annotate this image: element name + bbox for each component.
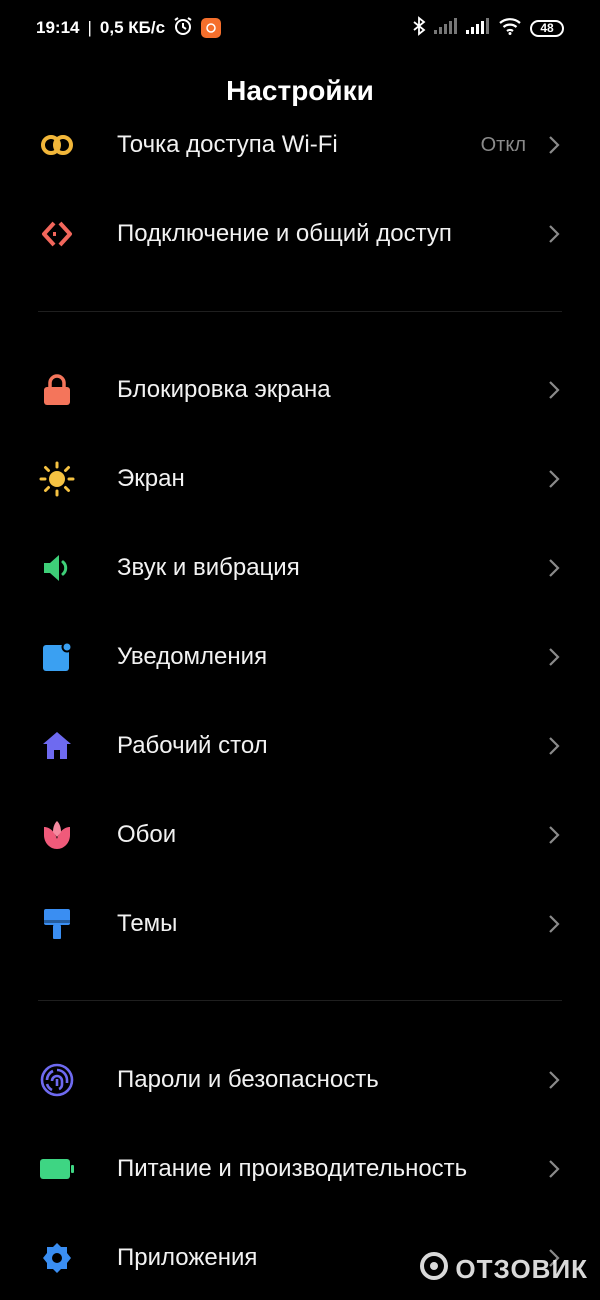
settings-item-label: Экран [117, 465, 185, 492]
settings-item-label: Питание и производительность [117, 1155, 468, 1182]
speaker-icon [38, 549, 76, 587]
connection-share-icon [38, 215, 76, 253]
chevron-right-icon [544, 553, 564, 583]
settings-item-passwords-security[interactable]: Пароли и безопасность [0, 1050, 600, 1110]
page-title: Настройки [226, 75, 374, 106]
chevron-right-icon [544, 464, 564, 494]
chevron-right-icon [544, 375, 564, 405]
settings-item-wifi-hotspot[interactable]: Точка доступа Wi-Fi Откл [0, 115, 600, 175]
settings-item-battery-performance[interactable]: Питание и производительность [0, 1139, 600, 1199]
status-separator: | [87, 18, 92, 37]
settings-item-label: Обои [117, 821, 177, 848]
settings-item-display[interactable]: Экран [0, 449, 600, 509]
settings-item-label: Рабочий стол [117, 732, 268, 759]
section-divider [38, 1000, 562, 1001]
hotspot-icon [38, 126, 76, 164]
settings-item-label: Блокировка экрана [117, 376, 331, 403]
settings-item-label: Подключение и общий доступ [117, 220, 452, 247]
tulip-icon [38, 816, 76, 854]
watermark-logo-icon [419, 1251, 449, 1288]
watermark: ОТЗОВИК [419, 1251, 588, 1288]
settings-item-label: Уведомления [117, 643, 268, 670]
chevron-right-icon [544, 642, 564, 672]
section-divider [38, 311, 562, 312]
notification-icon [38, 638, 76, 676]
status-right: 48 [412, 15, 564, 41]
lock-icon [38, 371, 76, 409]
status-time: 19:14 [36, 18, 80, 37]
wifi-icon [498, 17, 522, 40]
chevron-right-icon [544, 1065, 564, 1095]
chevron-right-icon [544, 219, 564, 249]
fingerprint-icon [38, 1061, 76, 1099]
battery-status-icon: 48 [530, 19, 564, 37]
settings-item-notifications[interactable]: Уведомления [0, 627, 600, 687]
settings-item-themes[interactable]: Темы [0, 894, 600, 954]
home-icon [38, 727, 76, 765]
gear-icon [38, 1239, 76, 1277]
settings-item-wallpaper[interactable]: Обои [0, 805, 600, 865]
settings-item-label: Приложения [117, 1244, 258, 1271]
status-left: 19:14 | 0,5 КБ/с [36, 16, 222, 41]
settings-item-desktop[interactable]: Рабочий стол [0, 716, 600, 776]
chevron-right-icon [544, 909, 564, 939]
app-notification-icon [201, 18, 222, 38]
signal-sim2-icon [466, 17, 490, 39]
settings-item-label: Пароли и безопасность [117, 1066, 379, 1093]
settings-item-value: Откл [480, 134, 526, 156]
signal-sim1-icon [434, 17, 458, 39]
chevron-right-icon [544, 731, 564, 761]
settings-item-connection-sharing[interactable]: Подключение и общий доступ [0, 204, 600, 264]
chevron-right-icon [544, 820, 564, 850]
battery-level: 48 [540, 21, 554, 35]
alarm-icon [173, 16, 193, 41]
settings-item-sound-vibration[interactable]: Звук и вибрация [0, 538, 600, 598]
settings-item-label: Темы [117, 910, 178, 937]
paint-brush-icon [38, 905, 76, 943]
chevron-right-icon [544, 130, 564, 160]
battery-icon [38, 1150, 76, 1188]
watermark-text: ОТЗОВИК [455, 1254, 588, 1284]
settings-item-label: Точка доступа Wi-Fi [117, 131, 338, 158]
settings-item-label: Звук и вибрация [117, 554, 300, 581]
sun-icon [38, 460, 76, 498]
chevron-right-icon [544, 1154, 564, 1184]
network-speed: 0,5 КБ/с [99, 18, 166, 37]
settings-item-lock-screen[interactable]: Блокировка экрана [0, 360, 600, 420]
bluetooth-icon [412, 15, 426, 41]
status-bar: 19:14 | 0,5 КБ/с 48 [0, 0, 600, 56]
